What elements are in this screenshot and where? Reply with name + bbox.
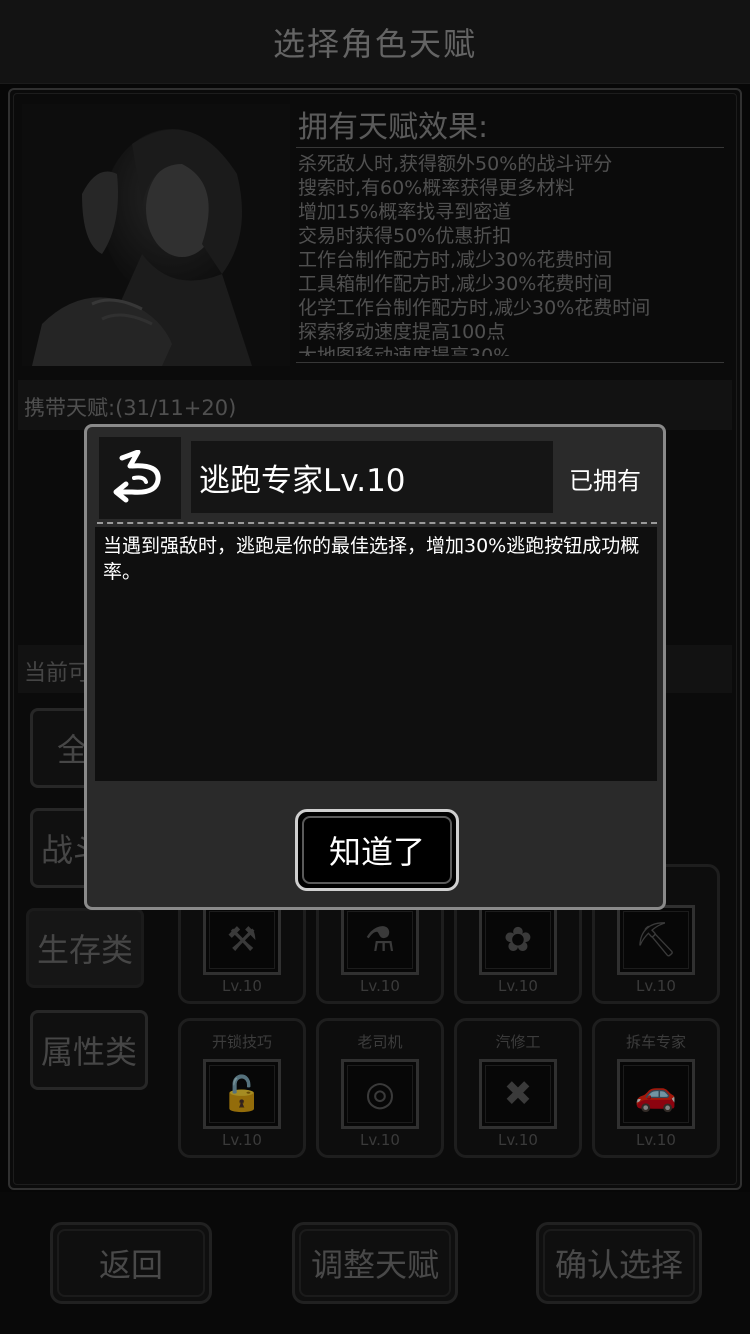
- talent-card[interactable]: 汽修工 ✖ Lv.10: [454, 1018, 582, 1158]
- talent-level: Lv.10: [498, 977, 538, 995]
- talent-level: Lv.10: [360, 977, 400, 995]
- effects-title: 拥有天赋效果:: [298, 110, 489, 145]
- current-talents-label: 当前可: [24, 661, 91, 686]
- effects-list[interactable]: 杀死敌人时,获得额外50%的战斗评分 搜索时,有60%概率获得更多材料 增加15…: [298, 152, 718, 356]
- talent-level: Lv.10: [222, 977, 262, 995]
- effect-item: 探索移动速度提高100点: [298, 321, 506, 343]
- effect-item: 交易时获得50%优惠折扣: [298, 225, 512, 247]
- lock-icon: 🔓: [203, 1059, 281, 1129]
- talent-level: Lv.10: [636, 977, 676, 995]
- category-attribute-button[interactable]: 属性类: [30, 1010, 148, 1090]
- talent-description: 当遇到强敌时，逃跑是你的最佳选择，增加30%逃跑按钮成功概率。: [103, 535, 640, 583]
- talent-name-box: 逃跑专家Lv.10: [191, 441, 553, 513]
- talent-name: 拆车专家: [625, 1033, 686, 1051]
- talent-level: Lv.10: [498, 1131, 538, 1149]
- talent-title: 逃跑专家Lv.10: [199, 462, 406, 499]
- dialog-divider: [97, 522, 657, 524]
- talent-name: 开锁技巧: [211, 1033, 272, 1051]
- talent-level: Lv.10: [222, 1131, 262, 1149]
- effect-item: 大地图移动速度提高30%: [298, 345, 512, 356]
- description-box: 当遇到强敌时，逃跑是你的最佳选择，增加30%逃跑按钮成功概率。: [95, 527, 657, 781]
- herb-icon: ✿: [479, 905, 557, 975]
- confirm-selection-button[interactable]: 确认选择: [536, 1222, 702, 1304]
- effects-top-divider: [296, 147, 724, 148]
- back-button-label: 返回: [98, 1246, 163, 1284]
- talent-level: Lv.10: [636, 1131, 676, 1149]
- confirm-selection-label: 确认选择: [554, 1246, 683, 1284]
- effects-bottom-divider: [296, 362, 724, 363]
- talent-card[interactable]: 老司机 ◎ Lv.10: [316, 1018, 444, 1158]
- talent-name: 老司机: [357, 1033, 403, 1051]
- category-survival-button[interactable]: 生存类: [26, 908, 144, 988]
- still-icon: ⚗: [341, 905, 419, 975]
- talent-name: 汽修工: [495, 1033, 541, 1051]
- adjust-talents-button[interactable]: 调整天赋: [292, 1222, 458, 1304]
- adjust-talents-label: 调整天赋: [310, 1246, 439, 1284]
- wrench-icon: ✖: [479, 1059, 557, 1129]
- effect-item: 搜索时,有60%概率获得更多材料: [298, 177, 575, 199]
- carry-talents-bar: 携带天赋:(31/11+20): [18, 380, 732, 430]
- pickaxe-icon: ⛏: [617, 905, 695, 975]
- effect-item: 工作台制作配方时,减少30%花费时间: [298, 249, 613, 271]
- talent-card[interactable]: 开锁技巧 🔓 Lv.10: [178, 1018, 306, 1158]
- steering-wheel-icon: ◎: [341, 1059, 419, 1129]
- effect-item: 杀死敌人时,获得额外50%的战斗评分: [298, 153, 613, 175]
- ok-button[interactable]: 知道了: [295, 809, 459, 891]
- effect-item: 工具箱制作配方时,减少30%花费时间: [298, 273, 613, 295]
- talent-level: Lv.10: [360, 1131, 400, 1149]
- carry-talents-label: 携带天赋:(31/11+20): [24, 396, 237, 420]
- effect-item: 增加15%概率找寻到密道: [298, 201, 512, 223]
- talent-detail-dialog: 逃跑专家Lv.10 已拥有 当遇到强敌时，逃跑是你的最佳选择，增加30%逃跑按钮…: [84, 424, 666, 910]
- escape-arrow-icon: [99, 437, 181, 519]
- back-button[interactable]: 返回: [50, 1222, 212, 1304]
- owned-status: 已拥有: [569, 467, 641, 495]
- hammer-icon: ⚒: [203, 905, 281, 975]
- title-bar: 选择角色天赋: [0, 0, 750, 84]
- car-icon: 🚗: [617, 1059, 695, 1129]
- talent-card[interactable]: 拆车专家 🚗 Lv.10: [592, 1018, 720, 1158]
- character-portrait: [22, 104, 290, 366]
- effect-item: 化学工作台制作配方时,减少30%花费时间: [298, 297, 651, 319]
- ok-button-label: 知道了: [328, 833, 425, 871]
- page-title: 选择角色天赋: [272, 24, 477, 63]
